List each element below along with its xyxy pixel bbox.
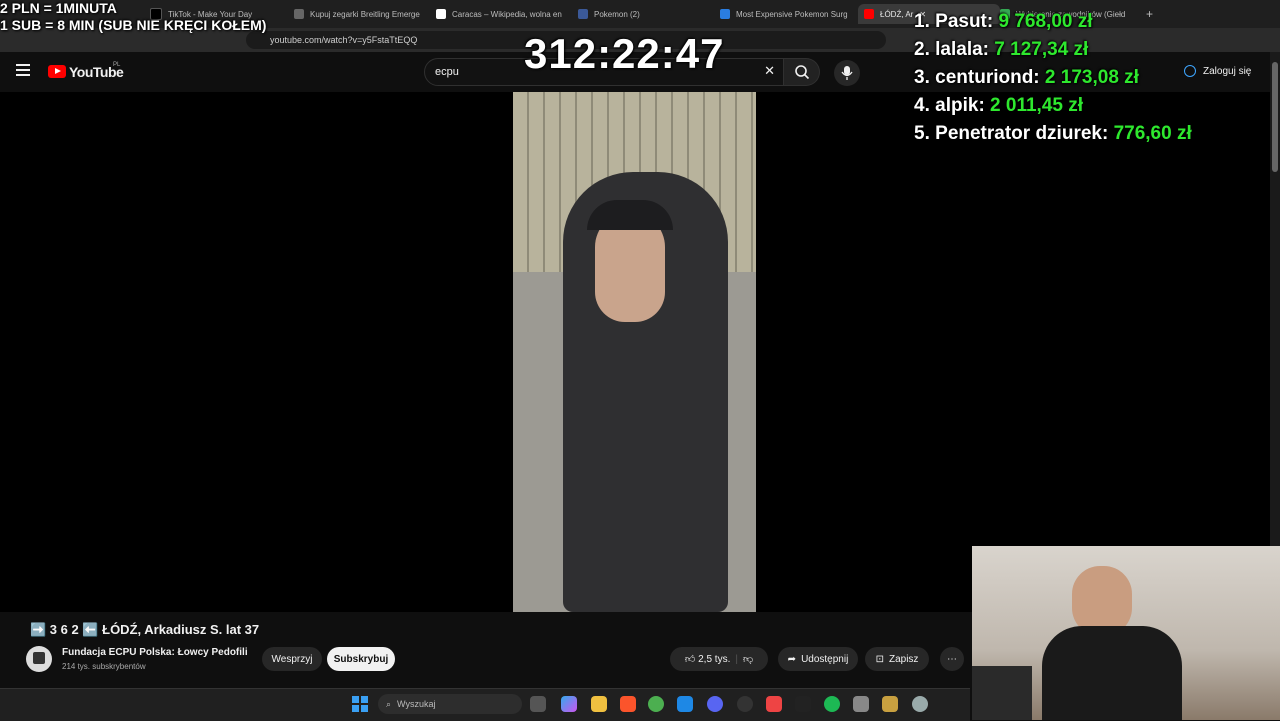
leaderboard-row: 3. centuriond: 2 173,08 zł: [914, 67, 1139, 88]
pokemon-surge-icon: [720, 9, 730, 19]
signin-button[interactable]: Zaloguj się: [1203, 66, 1251, 77]
thumbs-down-icon[interactable]: 👎︎: [743, 653, 753, 665]
thumbs-up-icon: 👍︎: [684, 654, 696, 665]
obs-icon[interactable]: [737, 696, 753, 712]
bookmark-save-icon: ⊡: [875, 653, 884, 665]
copilot-icon[interactable]: [561, 696, 577, 712]
search-icon: ⌕: [386, 698, 392, 709]
wikipedia-icon: [436, 9, 446, 19]
tab-breitling[interactable]: Kupuj zegarki Breitling Emerge: [294, 4, 430, 24]
youtube-tab-icon: [864, 9, 874, 19]
league-icon[interactable]: [882, 696, 898, 712]
leaderboard-row: 4. alpik: 2 011,45 zł: [914, 95, 1084, 116]
tab-pokemon-surge[interactable]: Most Expensive Pokemon Surg: [720, 4, 852, 24]
microphone-icon: [841, 66, 853, 80]
youtube-logo-icon[interactable]: [48, 65, 66, 78]
tab-pokemon[interactable]: Pokemon (2): [578, 4, 714, 24]
windows-start-icon[interactable]: [352, 696, 368, 712]
file-explorer-icon[interactable]: [591, 696, 607, 712]
tab-wikipedia[interactable]: Caracas – Wikipedia, wolna en: [436, 4, 572, 24]
menu-icon[interactable]: [16, 64, 30, 76]
taskbar-search[interactable]: ⌕ Wyszukaj: [378, 694, 522, 714]
task-view-icon[interactable]: [530, 696, 546, 712]
more-actions-button[interactable]: ⋯: [940, 647, 964, 671]
search-button[interactable]: [784, 58, 820, 86]
video-frame-person: [513, 92, 756, 612]
store-icon[interactable]: [677, 696, 693, 712]
voice-search-button[interactable]: [834, 60, 860, 86]
page-scrollbar[interactable]: [1270, 52, 1280, 546]
search-icon: [794, 65, 809, 80]
streamer-webcam: [972, 546, 1280, 720]
donation-leaderboard: 1. Pasut: 9 768,00 zł 2. lalala: 7 127,3…: [914, 8, 1192, 148]
subscriber-count: 214 tys. subskrybentów: [62, 662, 146, 671]
share-icon: ➦: [787, 653, 797, 665]
streamer-shirt: [1042, 626, 1182, 720]
share-button[interactable]: ➦ Udostępnij: [778, 647, 858, 671]
leaderboard-row: 5. Penetrator dziurek: 776,60 zł: [914, 123, 1192, 144]
region-label: PL: [113, 62, 121, 68]
discord-icon[interactable]: [707, 696, 723, 712]
app-icon[interactable]: [795, 696, 811, 712]
subathon-timer: 312:22:47: [524, 30, 725, 77]
support-button[interactable]: Wesprzyj: [262, 647, 322, 671]
spotify-icon[interactable]: [824, 696, 840, 712]
donation-rules-overlay: 2 PLN = 1MINUTA 1 SUB = 8 MIN (SUB NIE K…: [0, 0, 267, 33]
browser-app-icon[interactable]: [766, 696, 782, 712]
brave-icon[interactable]: [620, 696, 636, 712]
chair: [972, 666, 1032, 720]
chrome-icon[interactable]: [648, 696, 664, 712]
settings-icon[interactable]: [912, 696, 928, 712]
channel-avatar[interactable]: [26, 646, 52, 672]
clear-search-icon[interactable]: ✕: [764, 63, 775, 79]
leaderboard-row: 2. lalala: 7 127,34 zł: [914, 39, 1089, 60]
more-icon: ⋯: [947, 653, 957, 665]
subscribe-button[interactable]: Subskrybuj: [327, 647, 395, 671]
pokemon-icon: [578, 9, 588, 19]
breitling-icon: [294, 9, 304, 19]
calculator-icon[interactable]: [853, 696, 869, 712]
video-title: ➡️ 3 6 2 ⬅️ ŁÓDŹ, Arkadiusz S. lat 37: [30, 622, 260, 637]
leaderboard-row: 1. Pasut: 9 768,00 zł: [914, 11, 1093, 32]
like-dislike-group: 👍︎ 2,5 tys. | 👎︎: [670, 647, 768, 671]
like-button[interactable]: 👍︎ 2,5 tys.: [685, 653, 730, 665]
save-button[interactable]: ⊡ Zapisz: [865, 647, 929, 671]
channel-name[interactable]: Fundacja ECPU Polska: Łowcy Pedofili: [62, 647, 248, 658]
